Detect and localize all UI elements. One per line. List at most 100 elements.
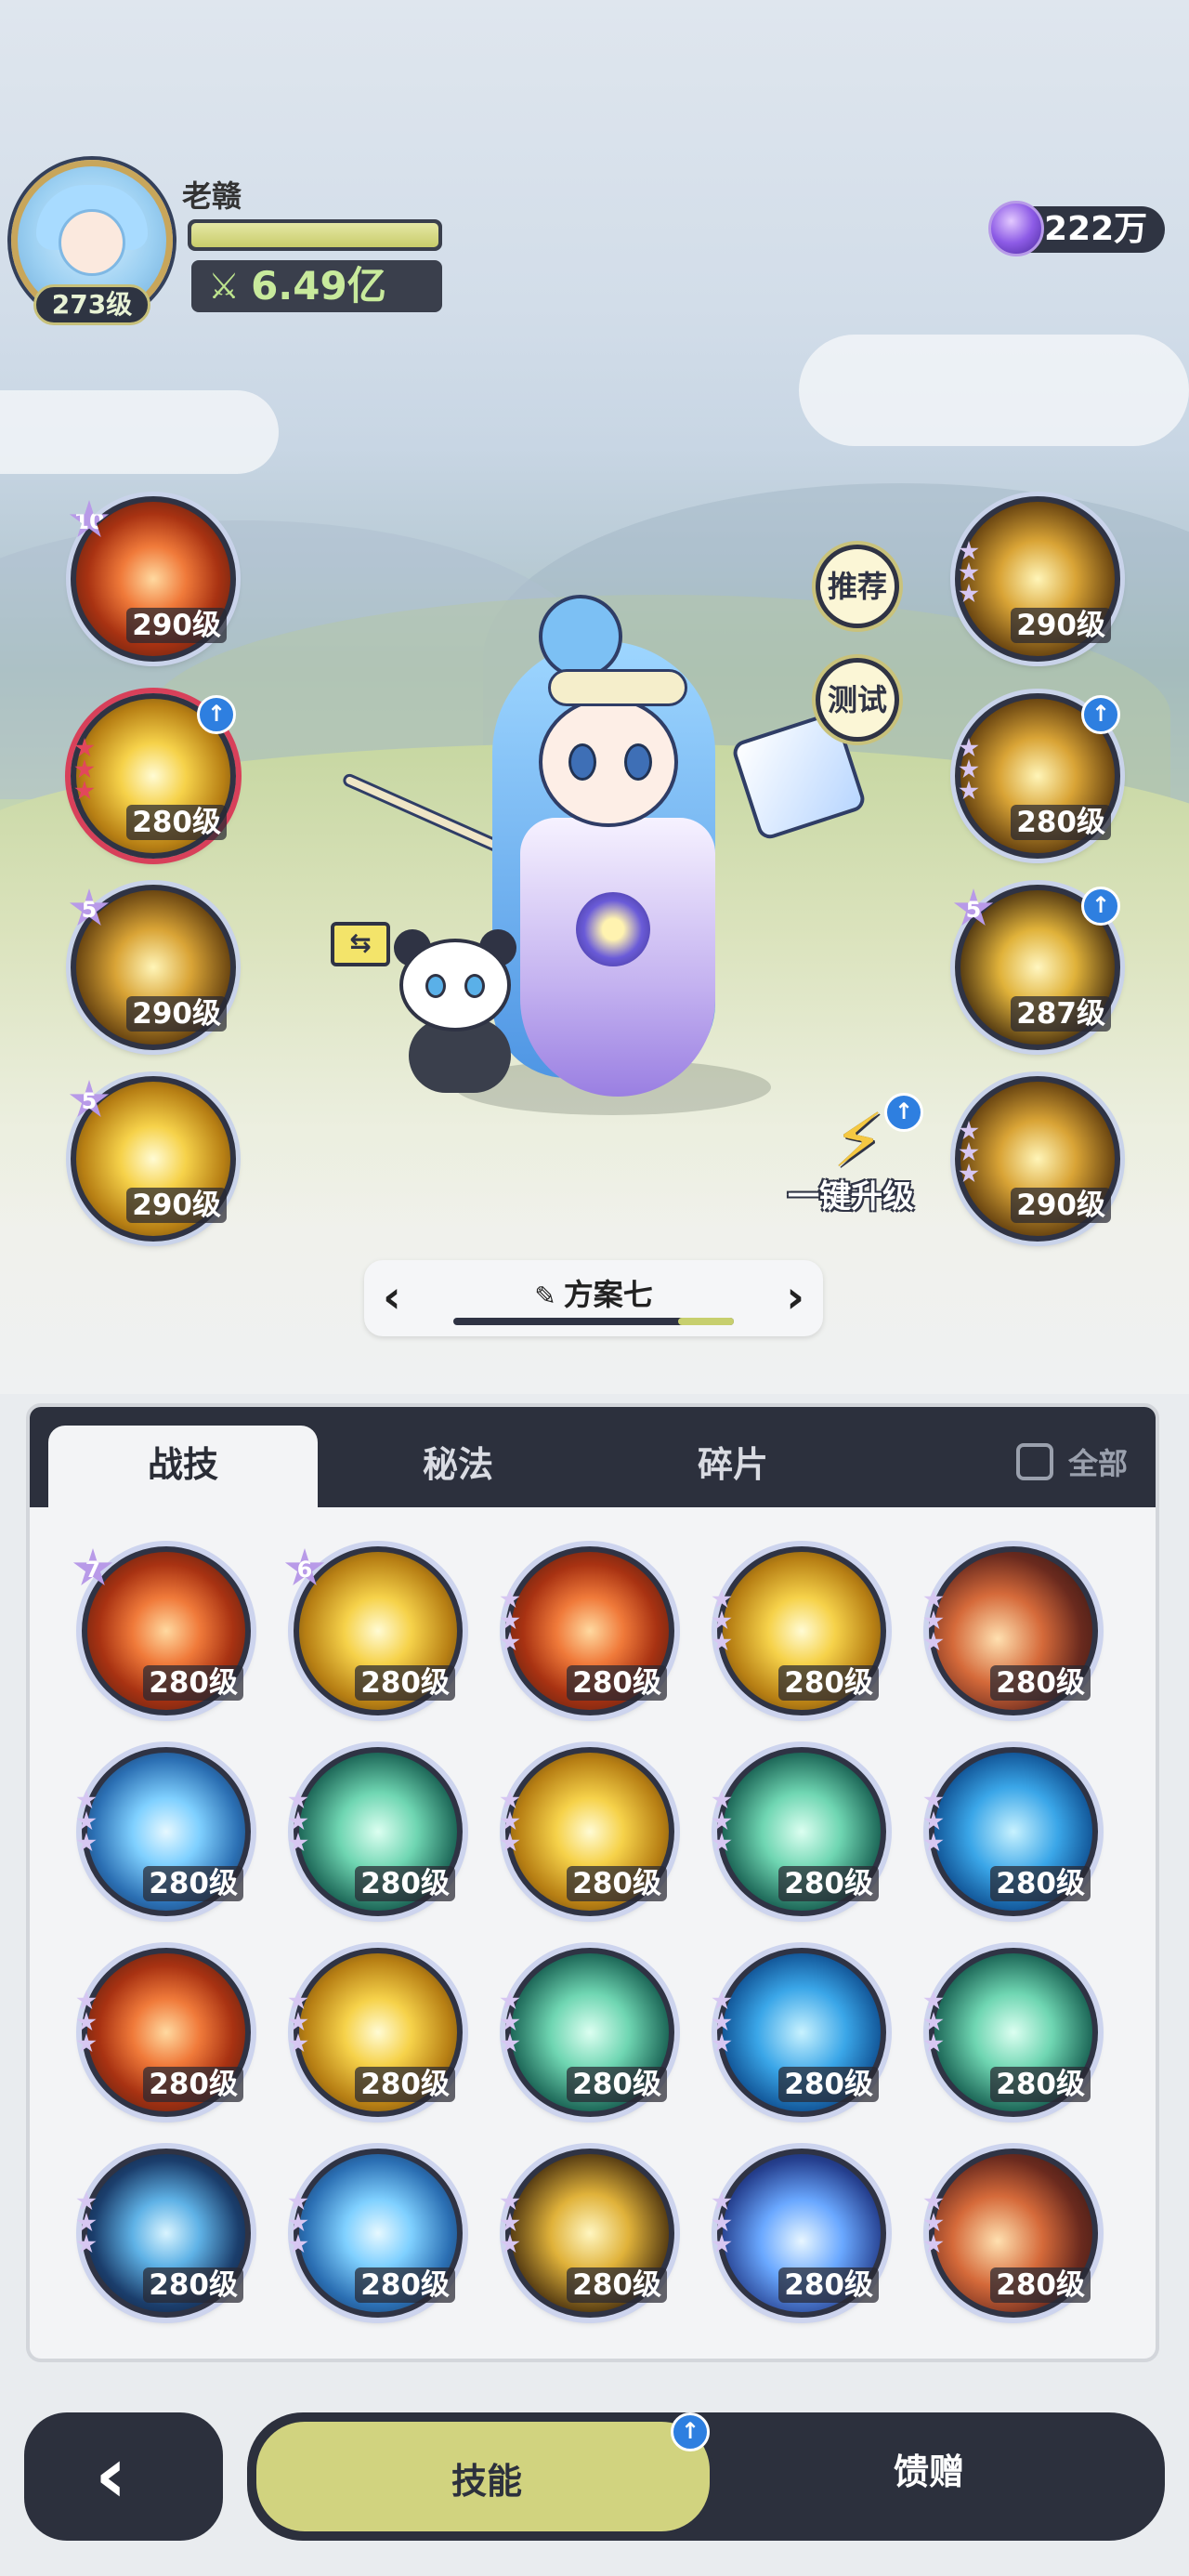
player-level-badge: 273级 <box>33 284 150 325</box>
back-button[interactable]: ‹ <box>24 2412 223 2541</box>
combat-power: ⚔ 6.49亿 <box>191 260 442 312</box>
gem-amount: 222万 <box>1044 210 1148 248</box>
skill-card[interactable]: 280级 <box>923 1747 1098 1916</box>
skill-card[interactable]: 280级 <box>288 1747 463 1916</box>
skill-level: 280级 <box>355 2267 455 2303</box>
star-icon <box>500 2012 520 2031</box>
skill-level: 280级 <box>355 1866 455 1901</box>
upgrade-arrow-icon: ↑ <box>671 2412 710 2451</box>
equipped-skill-orb[interactable]: 290级 <box>955 1076 1120 1242</box>
star-rating <box>500 1589 520 1652</box>
skill-card[interactable]: 7 280级 <box>72 1546 251 1715</box>
skill-card[interactable]: 280级 <box>712 1948 886 2117</box>
equipped-skill-orb[interactable]: 5 290级 <box>69 1076 236 1242</box>
skill-level: 280级 <box>126 805 227 840</box>
skill-card[interactable]: 280级 <box>500 2149 674 2318</box>
skill-level: 280级 <box>990 2067 1091 2102</box>
star-icon <box>959 781 979 800</box>
upgrade-arrow-icon: ↑ <box>884 1093 923 1132</box>
star-icon <box>76 2213 97 2232</box>
star-icon <box>76 2191 97 2211</box>
skill-card[interactable]: 280级 <box>288 2149 463 2318</box>
star-icon <box>712 2234 732 2254</box>
star-rating <box>76 2191 97 2254</box>
star-icon <box>288 2234 308 2254</box>
star-icon <box>500 1811 520 1831</box>
equipped-skill-orb[interactable]: ↑ 280级 <box>71 693 236 859</box>
star-icon <box>288 2213 308 2232</box>
star-rating <box>500 1790 520 1853</box>
tab-secret[interactable]: 秘法 <box>323 1426 593 1507</box>
cloud <box>799 335 1189 446</box>
equipped-skill-orb[interactable]: 10 290级 <box>69 496 236 662</box>
star-rating <box>288 1991 308 2054</box>
skill-card[interactable]: 280级 <box>923 1546 1098 1715</box>
tab-combat[interactable]: 战技 <box>48 1426 318 1507</box>
skill-card[interactable]: 280级 <box>500 1948 674 2117</box>
panda-pet[interactable] <box>390 929 529 1097</box>
equipped-skill-orb[interactable]: 290级 <box>955 496 1120 662</box>
star-icon <box>923 1632 944 1651</box>
recommend-button[interactable]: 推荐 <box>816 545 899 628</box>
star-rating <box>959 541 979 604</box>
star-icon <box>959 759 979 779</box>
star-icon <box>959 1121 979 1140</box>
equipped-skill-orb[interactable]: ↑ 280级 <box>955 693 1120 859</box>
skill-card[interactable]: 280级 <box>288 1948 463 2117</box>
skill-card[interactable]: 280级 <box>923 1948 1098 2117</box>
star-icon <box>500 2033 520 2053</box>
star-icon <box>712 2191 732 2211</box>
skill-card[interactable]: 280级 <box>712 1546 886 1715</box>
tab-skills[interactable]: 技能 ↑ <box>253 2412 713 2535</box>
skill-card[interactable]: 6 280级 <box>284 1546 463 1715</box>
preset-name[interactable]: ✎ 方案七 <box>364 1271 823 1314</box>
bottom-nav: 技能 ↑ 馈赠 <box>247 2412 1165 2541</box>
skill-level: 290级 <box>126 608 227 643</box>
star-rating <box>959 738 979 801</box>
tab-fragments[interactable]: 碎片 <box>598 1426 868 1507</box>
gem-currency[interactable]: 222万 <box>988 201 1165 256</box>
skill-card[interactable]: 280级 <box>76 1747 251 1916</box>
test-button[interactable]: 测试 <box>816 658 899 742</box>
star-rating <box>923 1991 944 2054</box>
show-all-toggle[interactable]: 全部 <box>1015 1440 1128 1483</box>
hero-flower-ornament <box>576 892 650 966</box>
swap-icon: ⇆ <box>349 927 372 958</box>
skill-level: 280级 <box>990 1665 1091 1701</box>
star-rating <box>500 1991 520 2054</box>
star-icon <box>712 2012 732 2031</box>
star-icon <box>500 1790 520 1809</box>
skill-card[interactable]: 280级 <box>712 2149 886 2318</box>
star-rating <box>712 2191 732 2254</box>
skill-card[interactable]: 280级 <box>712 1747 886 1916</box>
skill-level: 280级 <box>355 2067 455 2102</box>
upgrade-arrow-icon: ↑ <box>1081 887 1120 926</box>
back-arrow-icon: ‹ <box>95 2429 127 2520</box>
skill-card[interactable]: 280级 <box>500 1546 674 1715</box>
skill-level: 280级 <box>143 1866 243 1901</box>
next-preset-button[interactable]: › <box>786 1271 804 1323</box>
skill-card[interactable]: 280级 <box>76 1948 251 2117</box>
swap-pet-button[interactable]: ⇆ <box>331 922 390 966</box>
upgrade-all-button[interactable]: ⚡ ↑ 一键升级 <box>782 1093 949 1216</box>
skill-card[interactable]: 280级 <box>923 2149 1098 2318</box>
star-icon <box>923 2191 944 2211</box>
skill-card[interactable]: 280级 <box>500 1747 674 1916</box>
tab-gift[interactable]: 馈赠 <box>894 2450 964 2494</box>
star-icon <box>712 2213 732 2232</box>
star-icon <box>76 2012 97 2031</box>
skill-tab-bar: 战技 秘法 碎片 全部 <box>30 1407 1156 1507</box>
star-icon <box>288 2033 308 2053</box>
skill-card[interactable]: 280级 <box>76 2149 251 2318</box>
skill-level: 280级 <box>778 2067 879 2102</box>
star-icon <box>712 1610 732 1630</box>
show-all-checkbox[interactable] <box>1015 1443 1053 1480</box>
equipped-skill-orb[interactable]: 5 290级 <box>69 885 236 1050</box>
equipped-skill-orb[interactable]: 5 ↑ 287级 <box>953 885 1120 1050</box>
skill-level: 290级 <box>1011 608 1111 643</box>
crossed-swords-icon: ⚔ <box>208 266 241 307</box>
preset-selector: ‹ ✎ 方案七 › <box>364 1260 823 1336</box>
star-icon <box>712 1811 732 1831</box>
star-rating <box>712 1991 732 2054</box>
skill-level: 290级 <box>126 996 227 1032</box>
